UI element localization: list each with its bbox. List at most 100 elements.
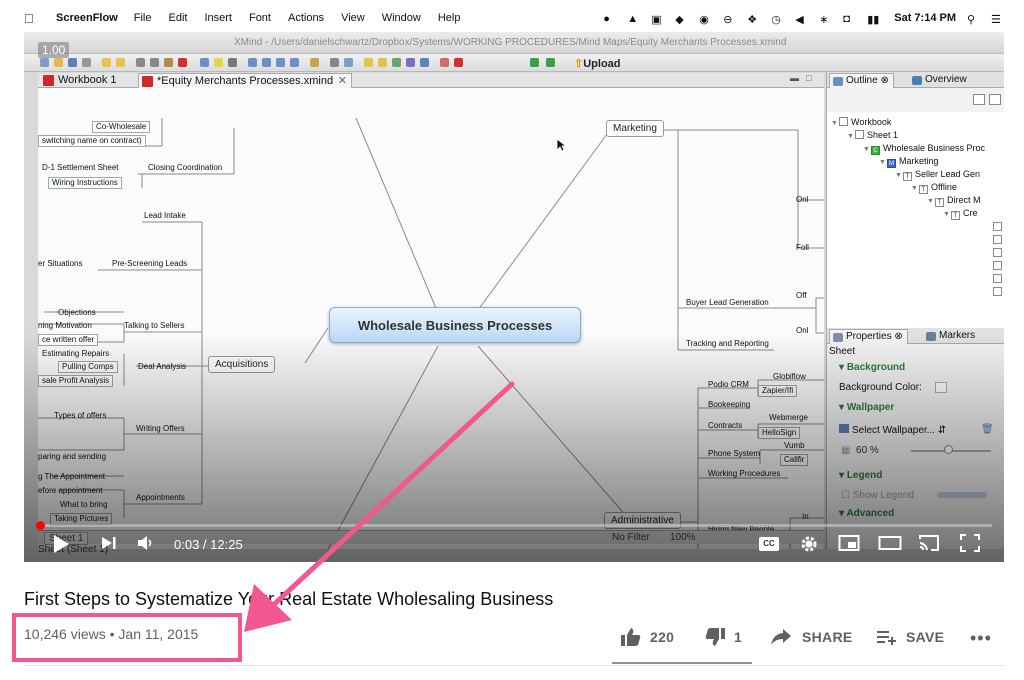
delete-icon[interactable] bbox=[178, 58, 187, 67]
idea-icon[interactable] bbox=[214, 58, 223, 67]
cut-icon[interactable] bbox=[136, 58, 145, 67]
menu-clock[interactable]: Sat 7:14 PM bbox=[894, 12, 956, 24]
node-zapier[interactable]: Zapier/Ifi bbox=[758, 385, 798, 397]
topic-icon[interactable] bbox=[993, 287, 1002, 296]
node-buyer-lead-generation[interactable]: Buyer Lead Generation bbox=[686, 298, 769, 308]
play-icon[interactable] bbox=[52, 534, 70, 554]
show-legend-checkbox[interactable]: ☐ Show Legend bbox=[841, 490, 914, 501]
share-icon[interactable] bbox=[440, 58, 449, 67]
more-actions-icon[interactable]: ••• bbox=[970, 628, 992, 649]
node-paring-sending[interactable]: paring and sending bbox=[38, 452, 106, 462]
tab-properties[interactable]: Properties ⊗ bbox=[829, 329, 908, 344]
redo-icon[interactable] bbox=[116, 58, 125, 67]
node-pulling-comps[interactable]: Pulling Comps bbox=[58, 361, 118, 373]
node-hellosign[interactable]: HelloSign bbox=[758, 427, 801, 439]
volume-icon[interactable] bbox=[136, 534, 156, 552]
battery-icon[interactable]: ▮▮ bbox=[867, 13, 883, 26]
settings-icon[interactable] bbox=[799, 534, 819, 554]
image-icon[interactable] bbox=[344, 58, 353, 67]
notes-icon[interactable] bbox=[310, 58, 319, 67]
node-deal-analysis[interactable]: Deal Analysis bbox=[138, 362, 186, 372]
node-objections[interactable]: Objections bbox=[58, 308, 96, 318]
central-topic[interactable]: Wholesale Business Processes bbox=[329, 307, 581, 343]
node-writing-offers[interactable]: Writing Offers bbox=[136, 424, 185, 434]
time-machine-icon[interactable]: ◷ bbox=[771, 13, 784, 26]
menu-view[interactable]: View bbox=[341, 12, 365, 24]
node-vumb[interactable]: Vumb bbox=[784, 441, 805, 451]
marker-icon[interactable] bbox=[378, 58, 387, 67]
node-off[interactable]: Off bbox=[796, 291, 807, 301]
node-pre-screening[interactable]: Pre-Screening Leads bbox=[112, 259, 187, 269]
clock-sync-icon[interactable]: ⊖ bbox=[723, 13, 736, 26]
node-podio-crm[interactable]: Podio CRM bbox=[708, 380, 749, 390]
section-background[interactable]: ▾ Background bbox=[839, 362, 905, 373]
boundary-icon[interactable] bbox=[262, 58, 271, 67]
progress-scrubber[interactable] bbox=[36, 521, 45, 530]
topic-icon[interactable] bbox=[993, 248, 1002, 257]
dropbox-icon[interactable]: ❖ bbox=[747, 13, 760, 26]
topic-icon[interactable] bbox=[993, 274, 1002, 283]
relationship-icon[interactable] bbox=[248, 58, 257, 67]
node-wiring-instructions[interactable]: Wiring Instructions bbox=[48, 177, 122, 189]
section-wallpaper[interactable]: ▾ Wallpaper bbox=[839, 402, 894, 413]
copy-icon[interactable] bbox=[150, 58, 159, 67]
next-icon[interactable] bbox=[100, 534, 118, 552]
menu-font[interactable]: Font bbox=[249, 12, 271, 24]
miniplayer-icon[interactable] bbox=[838, 534, 860, 552]
select-wallpaper-dropdown[interactable]: Select Wallpaper... ⇵ bbox=[839, 424, 946, 436]
volume-icon[interactable]: ◀ bbox=[795, 13, 808, 26]
notification-list-icon[interactable]: ☰ bbox=[991, 13, 1004, 26]
apple-icon[interactable]:  bbox=[24, 11, 38, 26]
fullscreen-icon[interactable] bbox=[960, 534, 980, 552]
tree-item[interactable]: ▼ T Direct M bbox=[927, 194, 981, 207]
node-onl-1[interactable]: Onl bbox=[796, 195, 808, 205]
layout-icon[interactable] bbox=[406, 58, 415, 67]
topic-icon[interactable] bbox=[200, 58, 209, 67]
import-icon[interactable] bbox=[546, 58, 555, 67]
bluetooth-icon[interactable]: ∗ bbox=[819, 13, 832, 26]
node-phone-system[interactable]: Phone System bbox=[708, 449, 760, 459]
dislike-button[interactable]: 1 bbox=[704, 626, 742, 648]
node-callfir[interactable]: Callfir bbox=[780, 454, 809, 466]
node-estimating-repairs[interactable]: Estimating Repairs bbox=[42, 349, 109, 359]
node-onl-2[interactable]: Onl bbox=[796, 326, 808, 336]
tree-item[interactable]: ▼ T Seller Lead Gen bbox=[895, 168, 980, 181]
background-color-swatch[interactable] bbox=[935, 382, 947, 393]
tab-overview[interactable]: Overview bbox=[909, 73, 971, 88]
node-co-wholesale[interactable]: Co-Wholesale bbox=[92, 121, 151, 133]
export-icon[interactable] bbox=[530, 58, 539, 67]
node-contracts[interactable]: Contracts bbox=[708, 421, 742, 431]
collapse-all-icon[interactable] bbox=[973, 94, 985, 105]
present-icon[interactable] bbox=[454, 58, 463, 67]
menu-edit[interactable]: Edit bbox=[168, 12, 187, 24]
wifi-icon[interactable]: ◘ bbox=[843, 13, 856, 25]
tab-close-icon[interactable]: ✕ bbox=[338, 74, 347, 88]
paste-icon[interactable] bbox=[164, 58, 173, 67]
node-bookeeping[interactable]: Bookeeping bbox=[708, 400, 750, 410]
tab-outline[interactable]: Outline ⊗ bbox=[829, 73, 894, 88]
node-tracking-reporting[interactable]: Tracking and Reporting bbox=[686, 339, 769, 349]
node-ning-motivation[interactable]: ning Motivation bbox=[38, 321, 92, 331]
tree-item[interactable]: ▼ M Marketing bbox=[879, 155, 939, 168]
node-er-situations[interactable]: er Situations bbox=[38, 259, 82, 269]
expand-all-icon[interactable] bbox=[989, 94, 1001, 105]
node-written-offer[interactable]: ce written offer bbox=[38, 334, 99, 346]
callout-icon[interactable] bbox=[290, 58, 299, 67]
upload-button[interactable]: ⇧Upload bbox=[574, 57, 621, 70]
node-switching[interactable]: switching name on contract) bbox=[38, 135, 146, 147]
trash-icon[interactable]: 🗑 bbox=[981, 424, 994, 435]
node-what-to-bring[interactable]: What to bring bbox=[60, 500, 108, 510]
opacity-slider-thumb[interactable] bbox=[944, 445, 953, 454]
tab-workbook[interactable]: Workbook 1 bbox=[40, 73, 136, 88]
chat-icon[interactable]: ● bbox=[603, 13, 616, 25]
subtopic-icon[interactable] bbox=[228, 58, 237, 67]
print-icon[interactable] bbox=[82, 58, 91, 67]
tree-item[interactable]: ▼ T Offline bbox=[911, 181, 957, 194]
save-button[interactable]: SAVE bbox=[876, 626, 944, 648]
topic-marketing[interactable]: Marketing bbox=[606, 120, 664, 137]
tab-equity-merchants[interactable]: *Equity Merchants Processes.xmind ✕ bbox=[138, 73, 352, 88]
undo-icon[interactable] bbox=[102, 58, 111, 67]
node-closing-coordination[interactable]: Closing Coordination bbox=[148, 163, 222, 173]
node-before-appointment[interactable]: efore appointment bbox=[38, 486, 103, 496]
menu-app-name[interactable]: ScreenFlow bbox=[56, 12, 118, 24]
